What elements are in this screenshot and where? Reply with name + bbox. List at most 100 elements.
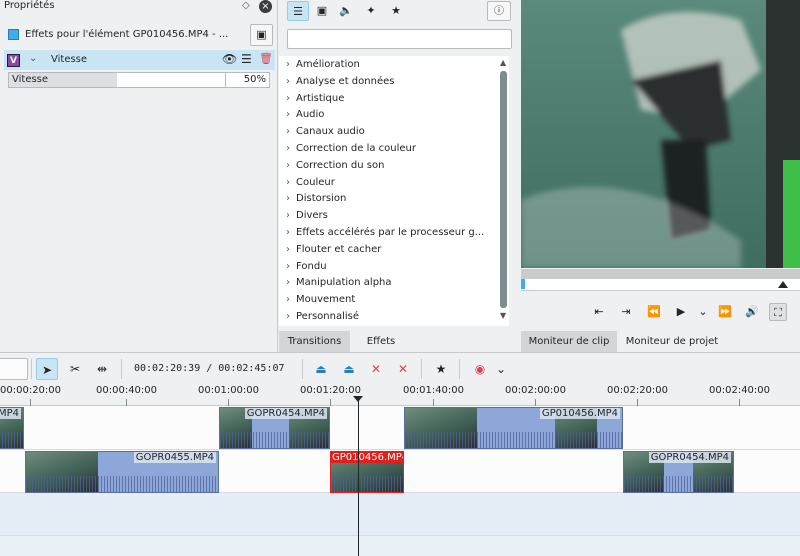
video-preview[interactable] xyxy=(521,0,800,268)
fullscreen-frame-icon[interactable]: ⛶ xyxy=(769,303,787,321)
effect-category-item[interactable]: › Mouvement xyxy=(279,291,509,308)
info-icon[interactable]: ⓘ xyxy=(487,1,511,21)
effect-category-item[interactable]: › Distorsion xyxy=(279,190,509,207)
lift-zone-icon[interactable]: ✕ xyxy=(392,358,414,380)
timeline-mode-select[interactable] xyxy=(0,358,28,380)
chevron-right-icon[interactable]: › xyxy=(286,291,290,308)
spacer-tool-icon[interactable]: ⇹ xyxy=(91,358,113,380)
video-track-1[interactable]: MP4 GOPR0454.MP4 GP010456.MP4 xyxy=(0,406,800,450)
overwrite-clip-icon[interactable]: ⏏ xyxy=(338,358,360,380)
chevron-down-icon[interactable]: ⌄ xyxy=(490,358,512,380)
video-track-2[interactable]: GOPR0455.MP4 GP010456.MP4 GOPR0454.MP4 xyxy=(0,450,800,493)
effect-category-label: Flouter et cacher xyxy=(296,243,382,255)
separator xyxy=(302,359,303,379)
effect-category-item[interactable]: › Divers xyxy=(279,207,509,224)
eye-icon[interactable]: 👁 xyxy=(222,52,237,66)
ruler-tick-label: 00:02:00:00 xyxy=(505,385,567,396)
slider-value-input[interactable]: 50% xyxy=(225,73,269,87)
effect-options-button[interactable]: ▣ xyxy=(250,24,273,46)
chevron-right-icon[interactable]: › xyxy=(286,157,290,174)
chevron-right-icon[interactable]: › xyxy=(286,224,290,241)
timeline-clip[interactable]: GOPR0454.MP4 xyxy=(623,451,734,493)
rewind-icon[interactable]: ⏪ xyxy=(645,303,663,321)
audio-track-1[interactable] xyxy=(0,493,800,536)
favorite-star-icon[interactable]: ★ xyxy=(385,1,407,21)
float-panel-icon[interactable]: ◇ xyxy=(242,0,250,11)
extract-zone-icon[interactable]: ✕ xyxy=(365,358,387,380)
set-zone-in-icon[interactable]: ⇤ xyxy=(590,303,608,321)
chevron-right-icon[interactable]: › xyxy=(286,190,290,207)
effect-category-item[interactable]: › Fondu xyxy=(279,258,509,275)
chevron-right-icon[interactable]: › xyxy=(286,207,290,224)
tab-project-monitor[interactable]: Moniteur de projet xyxy=(617,331,727,352)
razor-tool-icon[interactable]: ✂ xyxy=(64,358,86,380)
trash-icon[interactable]: 🗑 xyxy=(259,52,273,65)
effect-category-item[interactable]: › Manipulation alpha xyxy=(279,274,509,291)
vitesse-slider[interactable]: Vitesse 50% xyxy=(8,72,270,88)
tab-transitions[interactable]: Transitions xyxy=(279,331,350,352)
effect-category-item[interactable]: › Couleur xyxy=(279,174,509,191)
effect-category-label: Audio xyxy=(296,109,325,121)
volume-icon[interactable]: 🔊 xyxy=(743,303,761,321)
custom-effects-icon[interactable]: ✦ xyxy=(360,1,382,21)
timeline-clip[interactable]: MP4 xyxy=(0,407,24,449)
chevron-right-icon[interactable]: › xyxy=(286,123,290,140)
video-effects-icon[interactable]: ▣ xyxy=(311,1,333,21)
monitor-seek-ruler[interactable] xyxy=(521,269,800,291)
set-zone-out-icon[interactable]: ⇥ xyxy=(617,303,635,321)
chevron-right-icon[interactable]: › xyxy=(286,106,290,123)
menu-icon[interactable]: ☰ xyxy=(241,52,252,66)
record-icon[interactable]: ◉ xyxy=(469,358,491,380)
effect-category-item[interactable]: › Correction de la couleur xyxy=(279,140,509,157)
chevron-right-icon[interactable]: › xyxy=(286,140,290,157)
timecode-display[interactable]: 00:02:20:39 / 00:02:45:07 xyxy=(134,363,285,374)
timeline-ruler[interactable]: 00:00:20:00 00:00:40:00 00:01:00:00 00:01:2… xyxy=(0,384,800,406)
chevron-right-icon[interactable]: › xyxy=(286,73,290,90)
scrollbar-thumb[interactable] xyxy=(500,71,507,308)
effect-category-item[interactable]: › Artistique xyxy=(279,90,509,107)
tab-effets[interactable]: Effets xyxy=(350,331,412,352)
effect-category-item[interactable]: › Canaux audio xyxy=(279,123,509,140)
audio-effects-icon[interactable]: 🔈 xyxy=(335,1,357,21)
effect-category-item[interactable]: › Correction du son xyxy=(279,157,509,174)
video-effect-icon: V xyxy=(7,54,20,67)
ruler-tick xyxy=(433,399,434,406)
close-panel-icon[interactable]: × xyxy=(259,0,272,13)
effect-category-item[interactable]: › Audio xyxy=(279,106,509,123)
scroll-up-icon[interactable]: ▲ xyxy=(500,58,506,67)
chevron-right-icon[interactable]: › xyxy=(286,274,290,291)
timeline-clip[interactable]: GOPR0454.MP4 xyxy=(219,407,330,449)
chevron-right-icon[interactable]: › xyxy=(286,308,290,325)
effect-category-item[interactable]: › Effets accélérés par le processeur g... xyxy=(279,224,509,241)
effect-item-vitesse[interactable]: V ⌄ Vitesse 👁 ☰ 🗑 xyxy=(4,50,275,70)
scroll-down-icon[interactable]: ▼ xyxy=(500,311,506,320)
enable-effects-checkbox[interactable] xyxy=(8,29,19,40)
effect-category-item[interactable]: › Personnalisé xyxy=(279,308,509,325)
playhead-line[interactable] xyxy=(358,398,359,556)
effect-category-item[interactable]: › Flouter et cacher xyxy=(279,241,509,258)
effect-category-list: › Amélioration › Analyse et données › Artisti… xyxy=(279,56,509,326)
list-view-icon[interactable]: ☰ xyxy=(287,1,309,21)
chevron-right-icon[interactable]: › xyxy=(286,258,290,275)
select-tool-icon[interactable]: ➤ xyxy=(36,358,58,380)
play-options-chevron-icon[interactable]: ⌄ xyxy=(694,303,712,321)
forward-icon[interactable]: ⏩ xyxy=(716,303,734,321)
effects-search-input[interactable] xyxy=(287,29,512,49)
timeline-clip-selected[interactable]: GP010456.MP4 xyxy=(330,451,404,493)
favorite-star-icon[interactable]: ★ xyxy=(430,358,452,380)
insert-clip-icon[interactable]: ⏏ xyxy=(310,358,332,380)
timeline-clip[interactable]: GOPR0455.MP4 xyxy=(25,451,219,493)
audio-track-2[interactable] xyxy=(0,536,800,556)
chevron-right-icon[interactable]: › xyxy=(286,241,290,258)
chevron-down-icon[interactable]: ⌄ xyxy=(29,53,37,64)
effect-category-item[interactable]: › Amélioration xyxy=(279,56,509,73)
chevron-right-icon[interactable]: › xyxy=(286,90,290,107)
ruler-tick-label: 00:01:00:00 xyxy=(198,385,260,396)
effect-category-item[interactable]: › Analyse et données xyxy=(279,73,509,90)
chevron-right-icon[interactable]: › xyxy=(286,174,290,191)
chevron-right-icon[interactable]: › xyxy=(286,56,290,73)
effect-category-label: Personnalisé xyxy=(296,311,359,322)
tab-clip-monitor[interactable]: Moniteur de clip xyxy=(521,331,617,352)
play-icon[interactable]: ▶ xyxy=(672,303,690,321)
timeline-clip[interactable]: GP010456.MP4 xyxy=(404,407,623,449)
